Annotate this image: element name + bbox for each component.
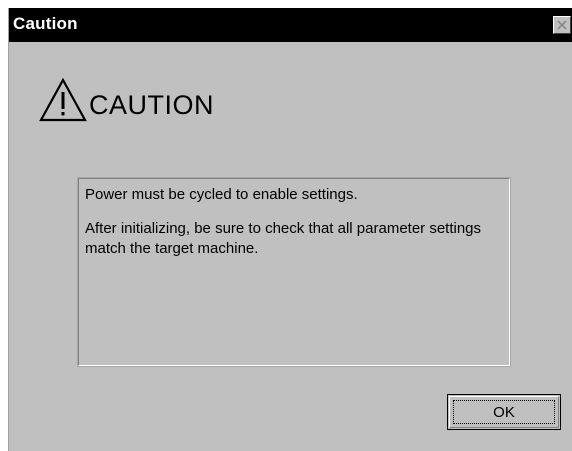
- message-panel: Power must be cycled to enable settings.…: [77, 177, 511, 367]
- window-title: Caution: [13, 14, 78, 33]
- caution-heading: CAUTION: [89, 90, 214, 120]
- close-icon: [557, 20, 567, 30]
- title-bar[interactable]: Caution: [9, 8, 572, 42]
- caution-dialog: Caution CAUTION Power must be cycled to …: [8, 8, 572, 451]
- ok-button-label: OK: [493, 404, 515, 421]
- message-line-power: Power must be cycled to enable settings.: [85, 186, 358, 203]
- warning-icon: [39, 78, 87, 122]
- message-line-parameters: After initializing, be sure to check tha…: [85, 220, 482, 257]
- ok-button[interactable]: OK: [447, 394, 561, 430]
- close-button[interactable]: [553, 16, 571, 34]
